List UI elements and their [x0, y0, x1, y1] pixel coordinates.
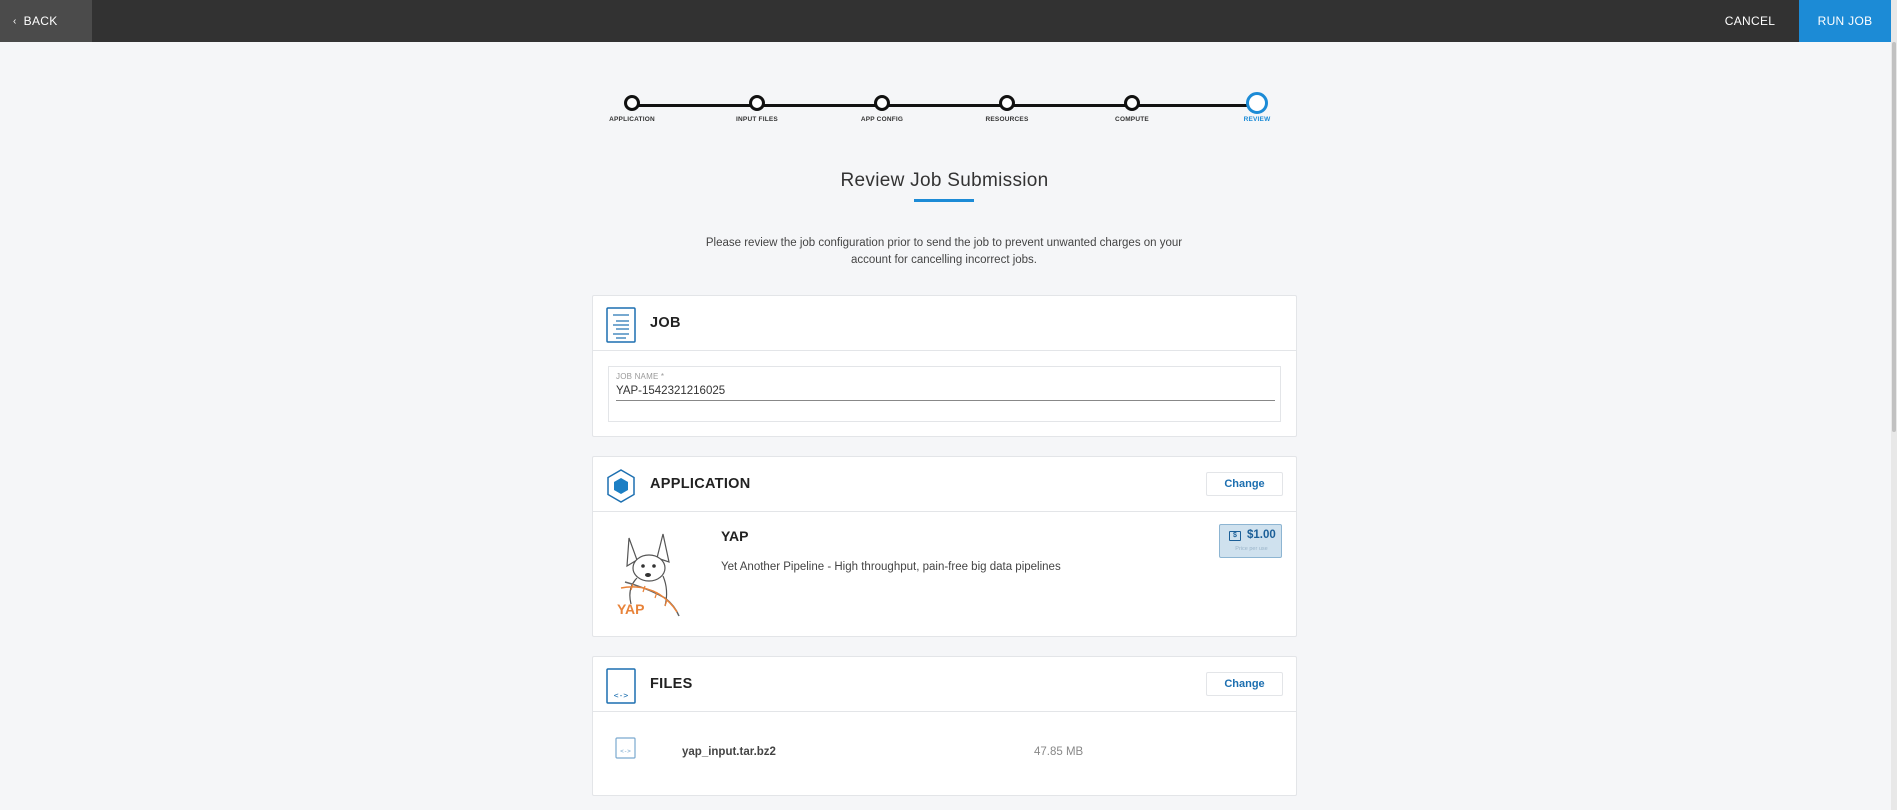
step-input-files[interactable]: INPUT FILES	[717, 95, 797, 123]
application-body: YAP YAP Yet Another Pipeline - High thro…	[593, 512, 1296, 636]
files-section-title: FILES	[650, 676, 693, 692]
step-label: INPUT FILES	[736, 116, 778, 123]
step-dot	[749, 95, 765, 111]
step-dot	[999, 95, 1015, 111]
yap-logo-icon: YAP	[617, 533, 680, 617]
step-dot	[624, 95, 640, 111]
scrollbar-thumb[interactable]	[1892, 42, 1896, 432]
price-caption: Price per use	[1235, 546, 1268, 552]
svg-text:<->: <->	[620, 748, 631, 755]
chevron-left-icon: ‹	[13, 15, 17, 27]
change-application-button[interactable]: Change	[1206, 472, 1283, 496]
svg-text:<->: <->	[614, 691, 629, 700]
step-dot	[1124, 95, 1140, 111]
step-label: APPLICATION	[609, 116, 655, 123]
job-name-label: JOB NAME *	[616, 372, 665, 381]
step-app-config[interactable]: APP CONFIG	[842, 95, 922, 123]
step-compute[interactable]: COMPUTE	[1092, 95, 1172, 123]
hexagon-icon	[607, 469, 635, 503]
file-icon: <->	[615, 737, 636, 759]
page-title: Review Job Submission	[840, 170, 1049, 191]
step-label: RESOURCES	[985, 116, 1029, 123]
document-icon	[606, 307, 636, 343]
application-card: APPLICATION Change YAP YAP Yet Another P…	[592, 456, 1297, 637]
step-resources[interactable]: RESOURCES	[967, 95, 1047, 123]
application-section-title: APPLICATION	[650, 476, 751, 492]
cancel-button[interactable]: CANCEL	[1710, 0, 1790, 42]
files-card: <-> FILES Change <-> yap_input.tar.bz2 4…	[592, 656, 1297, 796]
wizard-stepper: APPLICATION INPUT FILES APP CONFIG RESOU…	[609, 90, 1272, 140]
file-row: <-> yap_input.tar.bz2 47.85 MB	[593, 712, 1296, 795]
change-files-button[interactable]: Change	[1206, 672, 1283, 696]
job-name-input[interactable]	[616, 382, 1275, 401]
price-badge: $ $1.00 Price per use	[1219, 524, 1282, 558]
job-card-header: JOB	[593, 296, 1296, 351]
job-name-field: JOB NAME *	[608, 366, 1281, 422]
file-size: 47.85 MB	[1034, 746, 1084, 758]
back-button-label: BACK	[23, 14, 58, 28]
title-underline	[914, 199, 974, 202]
price-value: $1.00	[1247, 529, 1276, 541]
run-job-button[interactable]: RUN JOB	[1799, 0, 1891, 42]
step-label: COMPUTE	[1115, 116, 1149, 123]
step-label: REVIEW	[1243, 116, 1271, 123]
step-application[interactable]: APPLICATION	[592, 95, 672, 123]
file-code-icon: <->	[606, 668, 636, 704]
files-card-header: <-> FILES Change	[593, 657, 1296, 712]
svg-text:YAP: YAP	[617, 601, 645, 617]
step-review[interactable]: REVIEW	[1217, 92, 1297, 123]
top-bar: ‹ BACK CANCEL RUN JOB	[0, 0, 1897, 42]
file-name: yap_input.tar.bz2	[682, 746, 776, 758]
back-button[interactable]: ‹ BACK	[0, 0, 92, 42]
job-section-title: JOB	[650, 315, 681, 331]
dollar-icon: $	[1229, 531, 1241, 541]
step-dot-active	[1246, 92, 1268, 114]
job-card: JOB JOB NAME *	[592, 295, 1297, 437]
step-dot	[874, 95, 890, 111]
application-name: YAP	[721, 528, 749, 544]
application-description: Yet Another Pipeline - High throughput, …	[721, 561, 1061, 573]
intro-text: Please review the job configuration prio…	[705, 237, 1183, 266]
application-card-header: APPLICATION Change	[593, 457, 1296, 512]
step-label: APP CONFIG	[860, 116, 904, 123]
